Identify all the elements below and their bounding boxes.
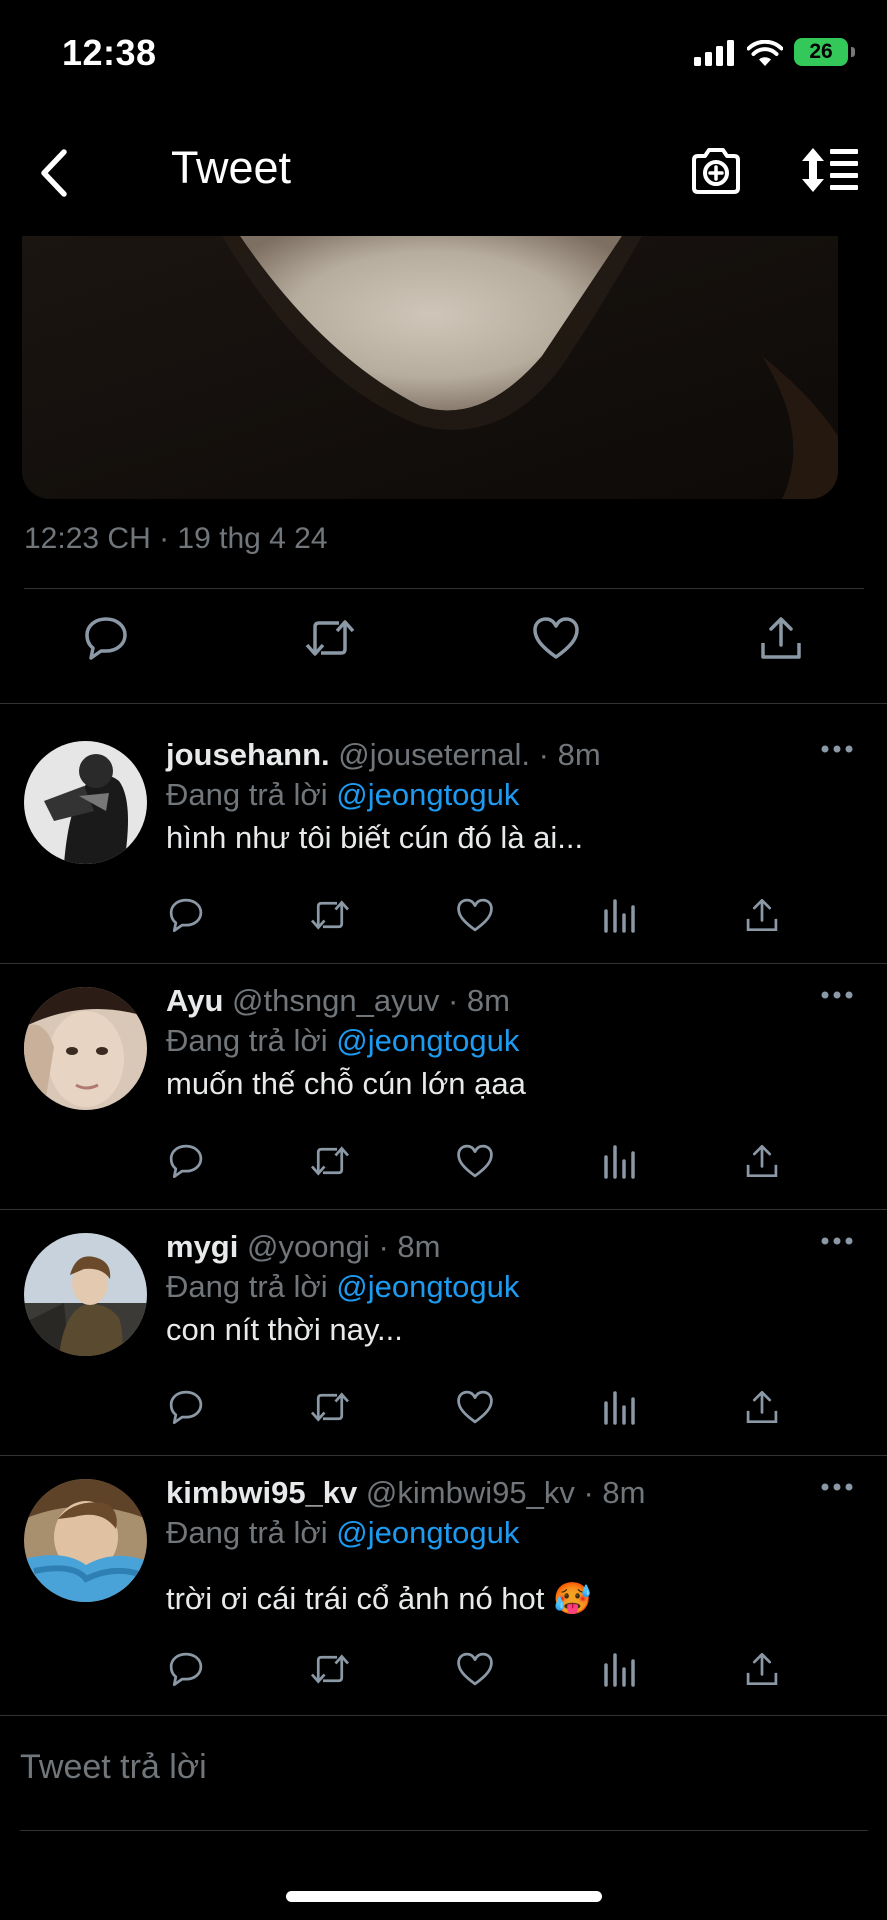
reply-action-bar [0, 897, 887, 937]
status-bar: 12:38 26 [0, 0, 887, 110]
divider [24, 588, 864, 589]
like-heart-icon[interactable] [456, 1651, 494, 1687]
reply-icon[interactable] [167, 1143, 205, 1179]
separator-dot: · [447, 983, 459, 1018]
wifi-icon [747, 40, 783, 66]
page-title: Tweet [171, 142, 292, 193]
user-handle: @kimbwi95_kv [365, 1475, 575, 1510]
replying-label: Đang trả lời [166, 1023, 328, 1058]
share-icon[interactable] [759, 615, 803, 661]
reply-header: kimbwi95_kv @kimbwi95_kv · 8m [166, 1475, 646, 1511]
reply-action-bar [0, 1143, 887, 1183]
mention-link[interactable]: @jeongtoguk [336, 1515, 519, 1550]
display-name[interactable]: mygi [166, 1229, 238, 1264]
user-handle: @yoongi [246, 1229, 370, 1264]
battery-level: 26 [809, 40, 833, 63]
share-icon[interactable] [745, 1389, 779, 1425]
reply-header: Ayu @thsngn_ayuv · 8m [166, 983, 510, 1019]
separator-dot: · [378, 1229, 389, 1264]
reply-header: jousehann. @jouseternal. · 8m [166, 737, 601, 773]
mention-link[interactable]: @jeongtoguk [336, 1023, 519, 1058]
display-name[interactable]: jousehann. [166, 737, 330, 772]
divider [0, 703, 887, 704]
user-handle: @thsngn_ayuv [232, 983, 440, 1018]
retweet-icon[interactable] [308, 897, 352, 933]
battery-tip [851, 47, 855, 57]
reply-icon[interactable] [167, 897, 205, 933]
reply-action-bar [0, 1389, 887, 1429]
reply-composer-input[interactable]: Tweet trả lời [20, 1748, 207, 1787]
cellular-signal-icon [694, 40, 734, 66]
retweet-icon[interactable] [308, 1143, 352, 1179]
reply-item[interactable]: Ayu @thsngn_ayuv · 8m Đang trả lời @jeon… [0, 963, 887, 1209]
share-icon[interactable] [745, 1143, 779, 1179]
display-name[interactable]: kimbwi95_kv [166, 1475, 357, 1510]
back-chevron-icon[interactable] [34, 146, 74, 200]
divider [0, 1715, 887, 1716]
more-options-icon[interactable] [820, 743, 854, 755]
home-indicator[interactable] [286, 1891, 602, 1902]
replying-to-line: Đang trả lời @jeongtoguk [166, 1515, 519, 1551]
display-name[interactable]: Ayu [166, 983, 223, 1018]
mention-link[interactable]: @jeongtoguk [336, 777, 519, 812]
reply-icon[interactable] [83, 615, 129, 661]
analytics-icon[interactable] [603, 1389, 635, 1425]
reply-text: con nít thời nay... [166, 1312, 403, 1347]
battery-indicator: 26 [794, 38, 848, 66]
retweet-icon[interactable] [308, 1389, 352, 1425]
analytics-icon[interactable] [603, 897, 635, 933]
reply-action-bar [0, 1651, 887, 1691]
like-heart-icon[interactable] [456, 1389, 494, 1425]
like-heart-icon[interactable] [532, 615, 580, 661]
reply-icon[interactable] [167, 1651, 205, 1687]
share-icon[interactable] [745, 897, 779, 933]
avatar[interactable] [24, 741, 147, 864]
separator-dot: · [583, 1475, 594, 1510]
composer-underline [20, 1830, 868, 1831]
reply-time: 8m [466, 983, 510, 1018]
reply-time: 8m [557, 737, 601, 772]
reply-text: muốn thế chỗ cún lớn ạaa [166, 1066, 526, 1101]
tweet-media-image[interactable] [22, 236, 838, 499]
retweet-icon[interactable] [303, 615, 357, 661]
more-options-icon[interactable] [820, 1235, 854, 1247]
replying-to-line: Đang trả lời @jeongtoguk [166, 1269, 519, 1305]
reply-time: 8m [602, 1475, 646, 1510]
replying-label: Đang trả lời [166, 777, 328, 812]
nav-bar: Tweet [0, 110, 887, 235]
mention-link[interactable]: @jeongtoguk [336, 1269, 519, 1304]
reply-item[interactable]: kimbwi95_kv @kimbwi95_kv · 8m Đang trả l… [0, 1455, 887, 1715]
sort-icon[interactable] [800, 146, 860, 194]
user-handle: @jouseternal. [338, 737, 531, 772]
reply-item[interactable]: mygi @yoongi · 8m Đang trả lời @jeongtog… [0, 1209, 887, 1455]
reply-header: mygi @yoongi · 8m [166, 1229, 440, 1265]
like-heart-icon[interactable] [456, 1143, 494, 1179]
more-options-icon[interactable] [820, 989, 854, 1001]
tweet-timestamp: 12:23 CH · 19 thg 4 24 [24, 522, 328, 555]
tweet-action-bar [0, 615, 887, 675]
reply-icon[interactable] [167, 1389, 205, 1425]
retweet-icon[interactable] [308, 1651, 352, 1687]
reply-text: trời ơi cái trái cổ ảnh nó hot 🥵 [166, 1581, 592, 1616]
replying-to-line: Đang trả lời @jeongtoguk [166, 1023, 519, 1059]
avatar[interactable] [24, 1233, 147, 1356]
analytics-icon[interactable] [603, 1651, 635, 1687]
like-heart-icon[interactable] [456, 897, 494, 933]
tweet-photo [22, 236, 838, 499]
camera-plus-icon[interactable] [690, 146, 742, 196]
replying-to-line: Đang trả lời @jeongtoguk [166, 777, 519, 813]
separator-dot: · [538, 737, 549, 772]
status-time: 12:38 [62, 32, 157, 73]
reply-time: 8m [397, 1229, 441, 1264]
reply-text: hình như tôi biết cún đó là ai... [166, 820, 584, 855]
replying-label: Đang trả lời [166, 1515, 328, 1550]
analytics-icon[interactable] [603, 1143, 635, 1179]
reply-item[interactable]: jousehann. @jouseternal. · 8m Đang trả l… [0, 717, 887, 963]
more-options-icon[interactable] [820, 1481, 854, 1493]
avatar[interactable] [24, 1479, 147, 1602]
replying-label: Đang trả lời [166, 1269, 328, 1304]
avatar[interactable] [24, 987, 147, 1110]
share-icon[interactable] [745, 1651, 779, 1687]
